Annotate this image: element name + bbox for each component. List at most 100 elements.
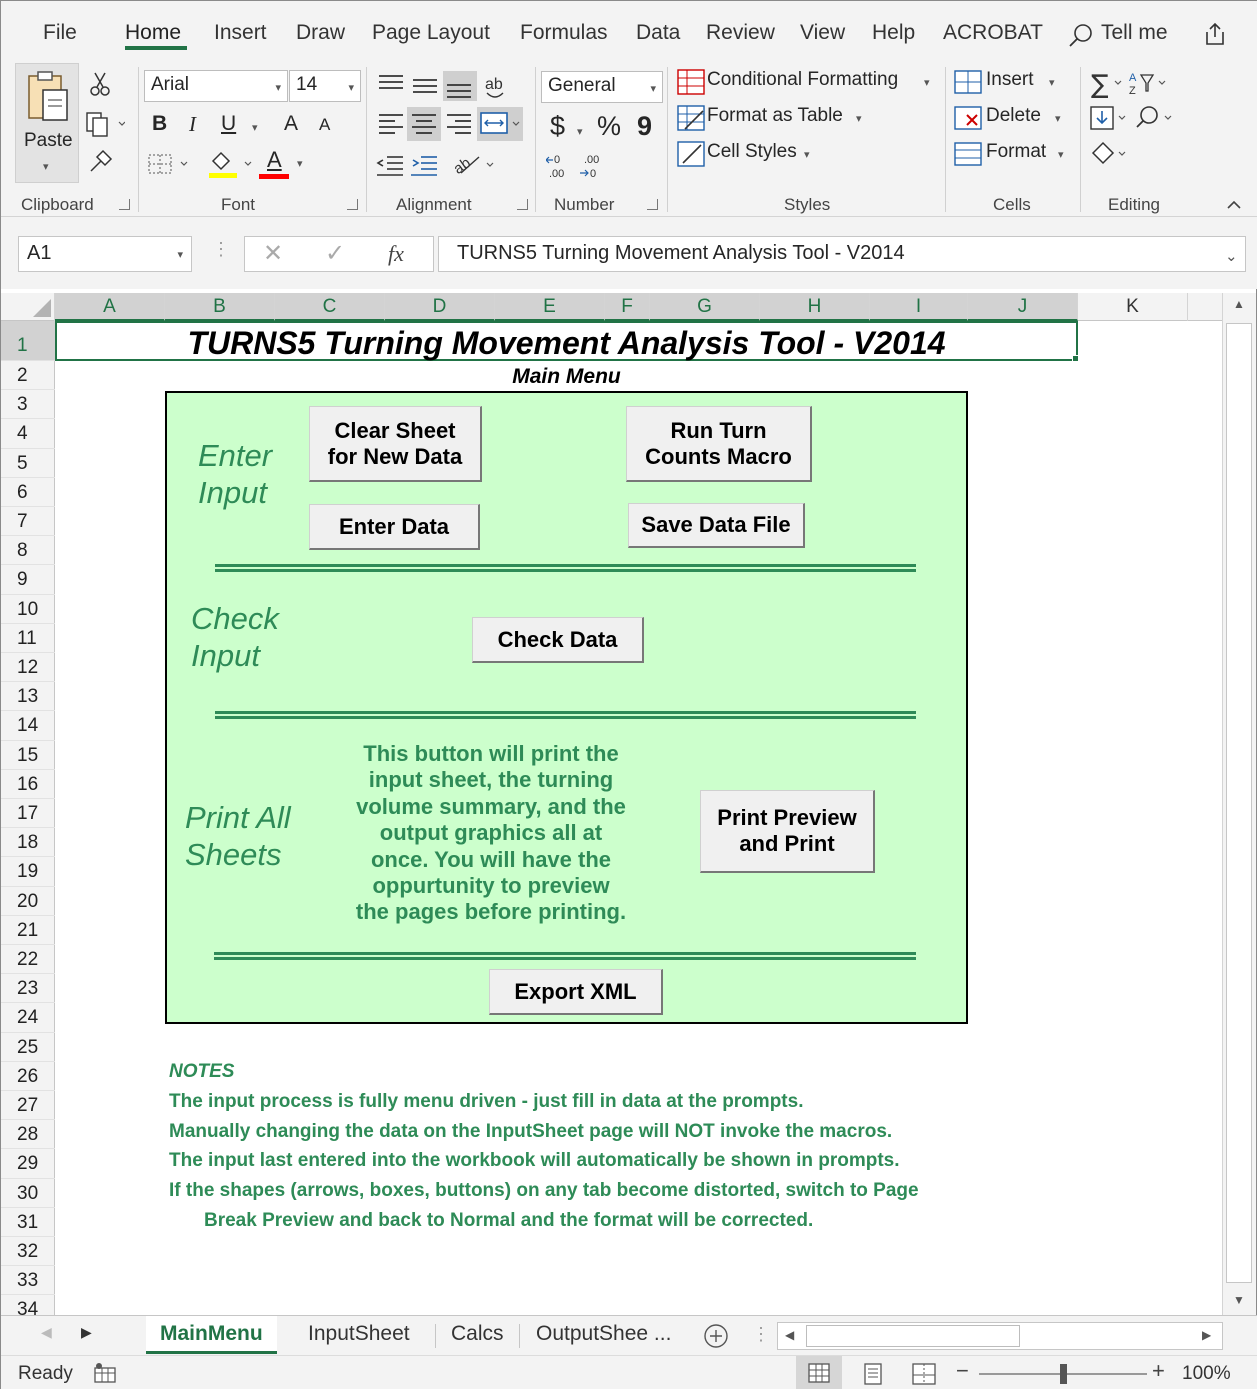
format-painter-icon[interactable] [87, 149, 113, 175]
bold-button[interactable]: B [152, 112, 167, 136]
name-box[interactable]: A1 ▾ [18, 236, 192, 272]
decrease-font-button[interactable]: A [319, 115, 330, 135]
scissors-icon[interactable] [89, 71, 111, 97]
tab-formulas[interactable]: Formulas [520, 21, 608, 45]
row-header[interactable]: 27 [1, 1091, 55, 1121]
row-header[interactable]: 12 [1, 653, 55, 683]
check-data-button[interactable]: Check Data [472, 617, 644, 663]
font-name-select[interactable]: Arial ▾ [144, 70, 288, 102]
horizontal-align-icons[interactable] [375, 107, 535, 141]
row-header[interactable]: 15 [1, 741, 55, 770]
tab-draw[interactable]: Draw [296, 21, 345, 45]
row-header[interactable]: 3 [1, 390, 55, 420]
add-sheet-icon[interactable] [703, 1323, 729, 1349]
row-header[interactable]: 16 [1, 770, 55, 799]
save-data-file-button[interactable]: Save Data File [628, 503, 805, 548]
lightbulb-search-icon[interactable] [1068, 23, 1094, 49]
column-header-g[interactable]: G [650, 293, 760, 321]
tab-file[interactable]: File [43, 21, 77, 45]
normal-view-button[interactable] [796, 1356, 842, 1389]
row-header[interactable]: 22 [1, 945, 55, 975]
tab-review[interactable]: Review [706, 21, 775, 45]
page-layout-view-icon[interactable] [862, 1363, 884, 1385]
column-header-c[interactable]: C [275, 293, 385, 321]
sheet-tab-outputsheet[interactable]: OutputShee ... [536, 1316, 671, 1354]
print-preview-button[interactable]: Print Preview and Print [700, 790, 875, 873]
dialog-launcher-icon[interactable] [517, 199, 528, 210]
tab-help[interactable]: Help [872, 21, 915, 45]
tab-page-layout[interactable]: Page Layout [372, 21, 490, 45]
row-header[interactable]: 13 [1, 682, 55, 712]
formula-input[interactable]: TURNS5 Turning Movement Analysis Tool - … [438, 236, 1246, 272]
column-header-a[interactable]: A [55, 293, 165, 321]
row-header[interactable]: 4 [1, 419, 55, 449]
clear-sheet-button[interactable]: Clear Sheet for New Data [309, 406, 482, 482]
row-header[interactable]: 6 [1, 478, 55, 507]
row-header[interactable]: 17 [1, 799, 55, 829]
row-header[interactable]: 9 [1, 565, 55, 595]
underline-button[interactable]: U [221, 112, 236, 136]
chevron-down-icon[interactable]: ▾ [577, 125, 583, 138]
row-header[interactable]: 28 [1, 1120, 55, 1150]
dialog-launcher-icon[interactable] [347, 199, 358, 210]
editing-icons[interactable]: ∑ A Z [1089, 67, 1189, 177]
paste-button[interactable]: Paste ▾ [15, 63, 79, 183]
row-header[interactable]: 5 [1, 449, 55, 478]
row-header[interactable]: 32 [1, 1237, 55, 1267]
format-as-table-button[interactable]: Format as Table ▾ [675, 103, 875, 133]
tab-view[interactable]: View [800, 21, 845, 45]
delete-cells-button[interactable]: Delete ▾ [953, 103, 1071, 133]
column-header-f[interactable]: F [605, 293, 650, 321]
sheet-tab-calcs[interactable]: Calcs [451, 1316, 504, 1354]
number-format-select[interactable]: General ▾ [541, 71, 663, 103]
dialog-launcher-icon[interactable] [647, 199, 658, 210]
scroll-right-icon[interactable]: ▶ [1202, 1328, 1211, 1342]
zoom-out-button[interactable]: − [956, 1358, 969, 1384]
column-header-i[interactable]: I [870, 293, 968, 321]
vertical-scroll-thumb[interactable] [1226, 323, 1252, 1283]
macro-recording-icon[interactable] [93, 1362, 117, 1384]
worksheet-grid[interactable]: TURNS5 Turning Movement Analysis Tool - … [55, 321, 1222, 1315]
row-header[interactable]: 21 [1, 916, 55, 945]
row-header[interactable]: 18 [1, 828, 55, 858]
tab-scroll-right-icon[interactable]: ▶ [81, 1324, 92, 1341]
vertical-scrollbar[interactable]: ▲ ▼ [1222, 293, 1256, 1315]
insert-cells-button[interactable]: Insert ▾ [953, 67, 1063, 97]
tab-acrobat[interactable]: ACROBAT [943, 21, 1043, 45]
insert-function-icon[interactable]: fx [388, 241, 404, 267]
zoom-in-button[interactable]: + [1152, 1358, 1165, 1384]
collapse-ribbon-icon[interactable] [1225, 197, 1243, 211]
scroll-down-icon[interactable]: ▼ [1233, 1293, 1245, 1307]
scroll-left-icon[interactable]: ◀ [785, 1328, 794, 1342]
tab-insert[interactable]: Insert [214, 21, 267, 45]
increase-font-button[interactable]: A [284, 112, 298, 136]
row-header[interactable]: 23 [1, 974, 55, 1004]
percent-button[interactable]: % [597, 111, 621, 142]
row-header[interactable]: 26 [1, 1062, 55, 1091]
row-header[interactable]: 25 [1, 1033, 55, 1062]
share-icon[interactable] [1201, 20, 1229, 48]
column-header-d[interactable]: D [385, 293, 495, 321]
sheet-tab-inputsheet[interactable]: InputSheet [308, 1316, 410, 1354]
sheet-tab-mainmenu[interactable]: MainMenu [146, 1316, 277, 1354]
row-header[interactable]: 24 [1, 1003, 55, 1033]
comma-style-button[interactable]: 9 [637, 111, 652, 142]
row-header[interactable]: 19 [1, 857, 55, 887]
tell-me-search[interactable]: Tell me [1101, 21, 1168, 45]
vertical-align-icons[interactable]: ab [375, 71, 515, 101]
row-header[interactable]: 20 [1, 887, 55, 916]
drag-handle-icon[interactable]: ⋮ [212, 239, 230, 260]
confirm-icon[interactable]: ✓ [325, 239, 345, 268]
export-xml-button[interactable]: Export XML [489, 969, 663, 1015]
enter-data-button[interactable]: Enter Data [309, 504, 480, 550]
row-header[interactable]: 10 [1, 595, 55, 624]
copy-icon[interactable] [85, 111, 125, 137]
zoom-level[interactable]: 100% [1182, 1363, 1231, 1385]
column-header-b[interactable]: B [165, 293, 275, 321]
row-header[interactable]: 14 [1, 711, 55, 741]
chevron-down-icon[interactable]: ▾ [252, 121, 258, 134]
tab-splitter-icon[interactable]: ⋮ [752, 1324, 770, 1345]
run-turn-counts-button[interactable]: Run Turn Counts Macro [626, 406, 812, 482]
row-header[interactable]: 31 [1, 1208, 55, 1237]
column-header-e[interactable]: E [495, 293, 605, 321]
